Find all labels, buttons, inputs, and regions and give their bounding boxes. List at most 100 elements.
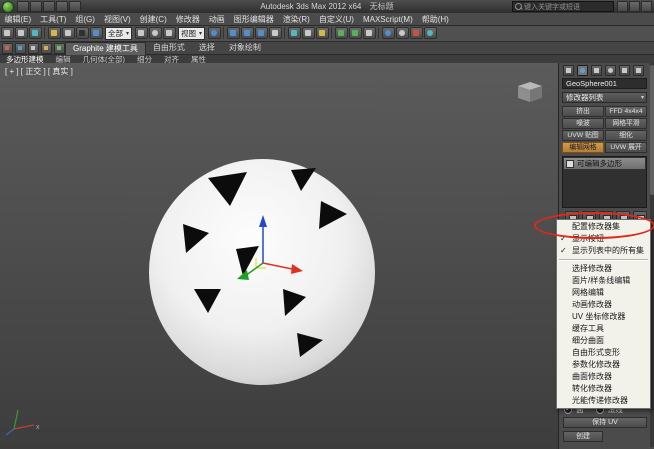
modbtn-meshsmooth[interactable]: 网格平滑 [605,118,647,129]
spinner-snap-icon[interactable] [269,27,282,39]
select-and-scale-icon[interactable] [163,27,176,39]
menu-item-configure-modifier-sets[interactable]: 配置修改器集 [557,221,650,233]
render-production-icon[interactable] [424,27,437,39]
rendered-frame-window-icon[interactable] [410,27,423,39]
menu-customize[interactable]: 自定义(U) [314,14,358,25]
undo-icon[interactable] [56,1,68,12]
window-crossing-icon[interactable] [90,27,103,39]
rectangular-selection-region-icon[interactable] [76,27,89,39]
select-object-icon[interactable] [48,27,61,39]
selection-filter-dropdown[interactable]: 全部 ▾ [105,27,132,40]
edge-mode-icon[interactable] [15,43,26,54]
tab-selection[interactable]: 选择 [192,42,222,54]
app-logo-icon[interactable] [2,1,14,13]
menu-graph-editors[interactable]: 图形编辑器 [229,14,278,25]
polygon-mode-icon[interactable] [41,43,52,54]
geosphere-object[interactable] [149,159,375,385]
menu-modifiers[interactable]: 修改器 [171,14,204,25]
menu-animation[interactable]: 动画 [204,14,229,25]
search-icon [515,3,522,10]
select-and-link-icon[interactable] [1,27,14,39]
align-icon[interactable] [302,27,315,39]
menu-item-parametric-modifiers[interactable]: 参数化修改器 [557,359,650,371]
tab-object-paint[interactable]: 对象绘制 [222,42,268,54]
menu-item-surface-modifiers[interactable]: 曲面修改器 [557,371,650,383]
border-mode-icon[interactable] [28,43,39,54]
search-input[interactable]: 键入关键字或短语 [512,1,614,12]
snap-toggle-icon[interactable] [227,27,240,39]
viewport[interactable]: [ + ] [ 正交 ] [ 真实 ] [0,63,558,449]
select-and-rotate-icon[interactable] [149,27,162,39]
modbtn-uvw-map[interactable]: UVW 贴图 [562,130,604,141]
menu-help[interactable]: 帮助(H) [417,14,453,25]
menu-views[interactable]: 视图(V) [99,14,135,25]
menu-item-subdivision-surfaces[interactable]: 细分曲面 [557,335,650,347]
menu-item-radiosity-modifiers[interactable]: 光能传递修改器 [557,395,650,407]
tab-modify-icon[interactable] [577,65,588,76]
menu-group[interactable]: 组(G) [71,14,100,25]
mirror-icon[interactable] [288,27,301,39]
modbtn-tessellate[interactable]: 细化 [605,130,647,141]
panel-scrollbar-thumb[interactable] [650,65,654,195]
new-scene-icon[interactable] [17,1,29,12]
menu-maxscript[interactable]: MAXScript(M) [358,15,417,24]
key-icon[interactable] [617,1,628,12]
select-and-move-icon[interactable] [135,27,148,39]
menu-tools[interactable]: 工具(T) [36,14,71,25]
menu-item-cache-tools[interactable]: 缓存工具 [557,323,650,335]
modifier-stack[interactable]: 可编辑多边形 [562,156,647,208]
menu-item-show-all-sets-in-list[interactable]: ✓ 显示列表中的所有集 [557,245,650,257]
menu-item-selection-modifiers[interactable]: 选择修改器 [557,263,650,275]
graphite-toggle-icon[interactable] [335,27,348,39]
modbtn-unwrap-uvw[interactable]: UVW 展开 [605,142,647,153]
curve-editor-icon[interactable] [349,27,362,39]
unlink-selection-icon[interactable] [15,27,28,39]
schematic-view-icon[interactable] [363,27,376,39]
use-center-icon[interactable] [208,27,221,39]
reference-coordinate-dropdown[interactable]: 视图 ▾ [178,27,205,40]
tab-utilities-icon[interactable] [633,65,644,76]
modifier-list-dropdown[interactable]: 修改器列表 ▾ [562,92,647,103]
help-icon[interactable] [641,1,652,12]
menu-item-conversion-modifiers[interactable]: 转化修改器 [557,383,650,395]
bind-to-spacewarp-icon[interactable] [29,27,42,39]
render-setup-icon[interactable] [396,27,409,39]
svg-text:x: x [36,424,40,431]
star-icon[interactable] [629,1,640,12]
vertex-mode-icon[interactable] [2,43,13,54]
modbtn-noise[interactable]: 噪波 [562,118,604,129]
stack-item-editable-poly[interactable]: 可编辑多边形 [564,158,645,169]
create-button[interactable]: 创建 [563,431,603,442]
tab-motion-icon[interactable] [605,65,616,76]
viewport-label[interactable]: [ + ] [ 正交 ] [ 真实 ] [5,66,73,77]
select-by-name-icon[interactable] [62,27,75,39]
tab-hierarchy-icon[interactable] [591,65,602,76]
menu-item-patch-spline-editing[interactable]: 面片/样条线编辑 [557,275,650,287]
redo-icon[interactable] [69,1,81,12]
modbtn-extrude[interactable]: 挤出 [562,106,604,117]
modbtn-edit-mesh[interactable]: 编辑网格 [562,142,604,153]
tab-create-icon[interactable] [563,65,574,76]
menu-create[interactable]: 创建(C) [135,14,171,25]
menu-item-mesh-editing[interactable]: 网格编辑 [557,287,650,299]
object-name-field[interactable]: GeoSphere001 [562,78,647,89]
tab-freeform[interactable]: 自由形式 [146,42,192,54]
element-mode-icon[interactable] [54,43,65,54]
menu-item-animation-modifiers[interactable]: 动画修改器 [557,299,650,311]
menu-edit[interactable]: 编辑(E) [0,14,36,25]
open-file-icon[interactable] [30,1,42,12]
tab-display-icon[interactable] [619,65,630,76]
menu-item-uv-coordinate-modifiers[interactable]: UV 坐标修改器 [557,311,650,323]
menu-rendering[interactable]: 渲染(R) [278,14,314,25]
percent-snap-icon[interactable] [255,27,268,39]
viewcube-icon[interactable] [518,82,542,102]
material-editor-icon[interactable] [382,27,395,39]
save-file-icon[interactable] [43,1,55,12]
menu-item-free-form-deformers[interactable]: 自由形式变形 [557,347,650,359]
layer-manager-icon[interactable] [316,27,329,39]
modbtn-ffd-4x4x4[interactable]: FFD 4x4x4 [605,106,647,117]
menu-item-show-buttons[interactable]: ✓ 显示按钮 [557,233,650,245]
keep-uv-button[interactable]: 保持 UV [563,417,647,428]
chevron-down-icon: ▾ [199,29,202,39]
angle-snap-icon[interactable] [241,27,254,39]
